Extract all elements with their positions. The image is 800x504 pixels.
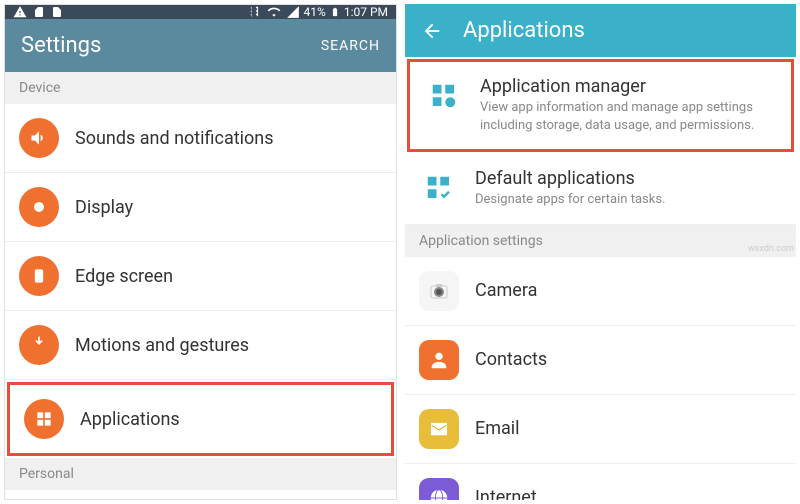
apps-icon [24,399,64,439]
item-subtitle: View app information and manage app sett… [480,99,777,135]
watermark: wsxdn.com [748,244,794,254]
wifi-icon [266,5,282,19]
default-apps-icon [419,168,459,208]
app-manager-item[interactable]: Application manager View app information… [407,59,794,152]
item-label: Camera [475,280,537,301]
email-icon [419,409,459,449]
sound-icon [19,118,59,158]
edge-icon [19,256,59,296]
item-label: Sounds and notifications [75,128,274,149]
section-personal: Personal [5,458,396,490]
contacts-icon [419,340,459,380]
item-label: Applications [80,409,180,430]
settings-screen: 41% 1:07 PM Settings SEARCH Device Sound… [4,4,397,500]
page-title: Settings [21,33,101,58]
warning-icon [13,5,27,19]
clock-text: 1:07 PM [344,5,388,19]
item-label: Motions and gestures [75,335,249,356]
settings-header: Settings SEARCH [5,19,396,72]
sounds-item[interactable]: Sounds and notifications [5,104,396,173]
item-label: Contacts [475,349,547,370]
vibrate-icon [246,5,262,19]
battery-text: 41% [304,5,326,19]
applications-item[interactable]: Applications [7,382,394,456]
globe-icon [419,478,459,500]
motions-item[interactable]: Motions and gestures [5,311,396,380]
app-manager-icon [424,76,464,116]
contacts-item[interactable]: Contacts [405,326,796,395]
item-label: Internet [475,487,537,500]
applications-header: Applications [405,4,796,57]
wallpaper-item[interactable]: Wallpaper [5,490,396,500]
signal-icon [286,5,300,19]
page-title: Applications [463,18,585,43]
battery-icon [330,5,340,19]
item-title: Application manager [480,76,777,97]
display-item[interactable]: Display [5,173,396,242]
item-label: Edge screen [75,266,173,287]
section-device: Device [5,72,396,104]
internet-item[interactable]: Internet [405,464,796,500]
item-subtitle: Designate apps for certain tasks. [475,191,782,209]
default-apps-item[interactable]: Default applications Designate apps for … [405,154,796,224]
search-button[interactable]: SEARCH [321,38,380,54]
section-app-settings: Application settings [405,225,796,257]
item-label: Display [75,197,133,218]
back-button[interactable] [421,20,443,42]
camera-icon [419,271,459,311]
motion-icon [19,325,59,365]
item-title: Default applications [475,168,782,189]
camera-item[interactable]: Camera [405,257,796,326]
file-icon [51,5,63,19]
display-icon [19,187,59,227]
item-label: Email [475,418,520,439]
sd-icon [33,5,45,19]
edge-item[interactable]: Edge screen [5,242,396,311]
applications-screen: Applications Application manager View ap… [405,4,796,500]
status-bar: 41% 1:07 PM [5,5,396,19]
email-item[interactable]: Email [405,395,796,464]
